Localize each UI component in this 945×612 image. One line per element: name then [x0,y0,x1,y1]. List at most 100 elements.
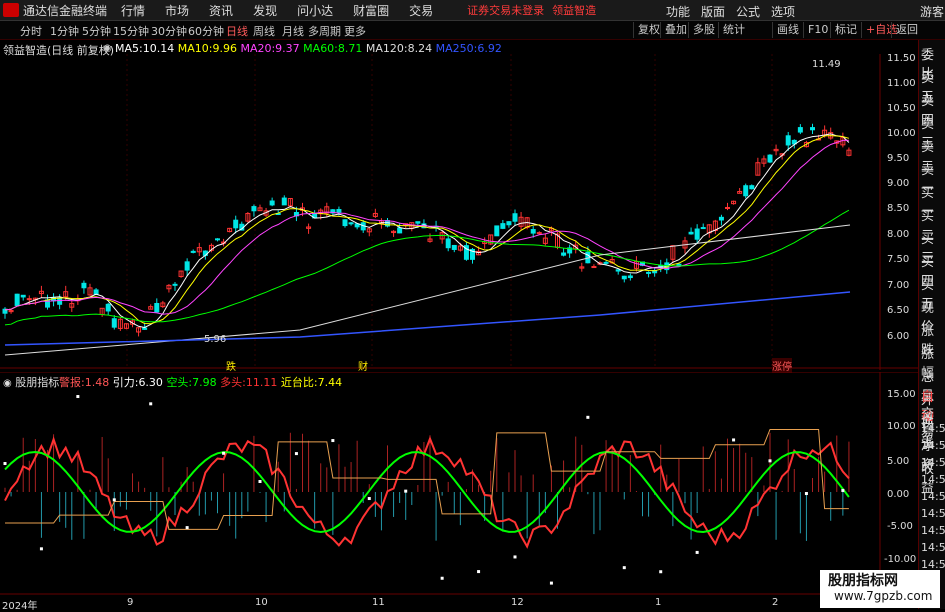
candle-body [500,223,506,229]
btn-multistock[interactable]: 多股 [688,22,715,38]
candle-body [561,252,567,256]
period-15min[interactable]: 15分钟 [113,23,149,39]
candle-body [627,275,633,279]
y-tick: 10.00 [887,421,916,432]
x-tick: 11 [372,597,385,608]
tick-time: 14:56 [921,541,945,554]
y-tick: 6.00 [887,331,910,342]
kline-canvas[interactable] [0,40,918,370]
y-tick: 8.00 [887,229,910,240]
candle-body [336,209,342,213]
tick-time: 14:56 [921,490,945,503]
y-tick: 7.00 [887,280,910,291]
app-logo-icon [3,3,19,17]
candle-body [111,318,117,328]
watermark-name: 股朋指标网 [828,573,898,589]
candle-body [184,261,190,271]
stock-name: 领益智造 [552,4,597,17]
btn-adjust[interactable]: 复权 [633,22,660,38]
menu-formula[interactable]: 公式 [736,3,760,20]
title-bar: 通达信金融终端 行情 市场 资讯 发现 问小达 财富圈 交易 证券交易未登录 领… [0,0,945,21]
settings-icon[interactable]: ◉ [103,43,112,54]
candle-body [451,244,457,250]
event-marker[interactable]: 跌 [226,358,236,373]
indicator-chart[interactable]: ◉ 股朋指标 警报:1.48 引力:6.30 空头:7.98 多头:11.11 … [0,372,918,612]
period-month[interactable]: 月线 [282,23,304,39]
alarm-dot [331,439,335,443]
candle-body [190,250,196,253]
alarm-dot [3,462,7,466]
menu-layout[interactable]: 版面 [701,3,725,20]
candle-body [215,238,220,241]
candle-body [494,225,500,237]
candle-body [615,269,621,272]
period-more[interactable]: 更多 [344,23,366,39]
menu-news[interactable]: 资讯 [209,2,233,19]
x-tick: 10 [255,597,268,608]
app-title: 通达信金融终端 [23,3,108,18]
period-day[interactable]: 日线 [226,23,248,39]
limit-up-marker[interactable]: 涨停 [772,358,792,373]
ma120-value: 8.24 [407,42,433,55]
btn-back[interactable]: 返回 [891,22,918,38]
ma250-label: MA250: [435,42,478,55]
period-multi[interactable]: 多周期 [308,23,341,39]
menu-quotes[interactable]: 行情 [121,2,145,19]
y-tick: 10.50 [887,103,916,114]
ma10-line [4,135,850,325]
btn-mark[interactable]: 标记 [830,22,857,38]
menu-discover[interactable]: 发现 [253,2,277,19]
btn-f10[interactable]: F10 [803,22,828,38]
alarm-dot [76,395,80,399]
alarm-dot [622,566,626,570]
guest-label[interactable]: 游客 [920,3,944,20]
candle-body [233,219,239,229]
candle-body [281,197,287,206]
event-marker[interactable]: 财 [358,358,368,373]
period-60min[interactable]: 60分钟 [188,23,224,39]
menu-ask[interactable]: 问小达 [297,2,333,19]
alarm-dot [804,492,808,496]
candle-body [676,263,682,266]
candle-body [172,283,178,286]
candle-body [810,127,815,131]
btn-stats[interactable]: 统计 [718,22,745,38]
menu-wealth[interactable]: 财富圈 [353,2,389,19]
period-tick[interactable]: 分时 [20,23,42,39]
candle-body [621,275,627,280]
alarm-dot [404,489,408,493]
menu-market[interactable]: 市场 [165,2,189,19]
btn-draw[interactable]: 画线 [772,22,799,38]
y-tick: 7.50 [887,254,910,265]
candle-body [603,261,609,264]
tick-time: 14:56 [921,524,945,537]
indicator-canvas[interactable] [0,372,918,609]
candle-body [26,298,32,301]
ma20-label: MA20: [240,42,276,55]
menu-options[interactable]: 选项 [771,3,795,20]
indicator-name: 股朋指标 [15,376,60,389]
main-kline-chart[interactable]: 领益智造(日线 前复权) ◉ MA5:10.14 MA10:9.96 MA20:… [0,40,918,373]
period-5min[interactable]: 5分钟 [82,23,111,39]
gravity-label: 引力: [112,376,139,389]
menu-function[interactable]: 功能 [666,3,690,20]
alarm-dot [768,459,772,463]
alarm-dot [222,451,226,455]
site-watermark: 股朋指标网 www.7gpzb.com [820,570,940,608]
period-30min[interactable]: 30分钟 [151,23,187,39]
period-week[interactable]: 周线 [253,23,275,39]
login-notice[interactable]: 证券交易未登录 [467,2,544,18]
btn-overlay[interactable]: 叠加 [660,22,687,38]
bear-label: 空头: [166,376,193,389]
gravity-value: 6.30 [138,376,163,389]
watermark-url: www.7gpzb.com [834,589,933,603]
tick-time: 14:56 [921,473,945,486]
menu-trade[interactable]: 交易 [409,2,433,19]
ma10-value: 9.96 [212,42,237,55]
x-tick: 2024年 [2,601,38,612]
settings-icon[interactable]: ◉ [3,378,12,389]
candle-body [142,327,148,330]
alarm-dot [549,581,553,585]
candle-body [694,228,700,240]
period-1min[interactable]: 1分钟 [50,23,79,39]
